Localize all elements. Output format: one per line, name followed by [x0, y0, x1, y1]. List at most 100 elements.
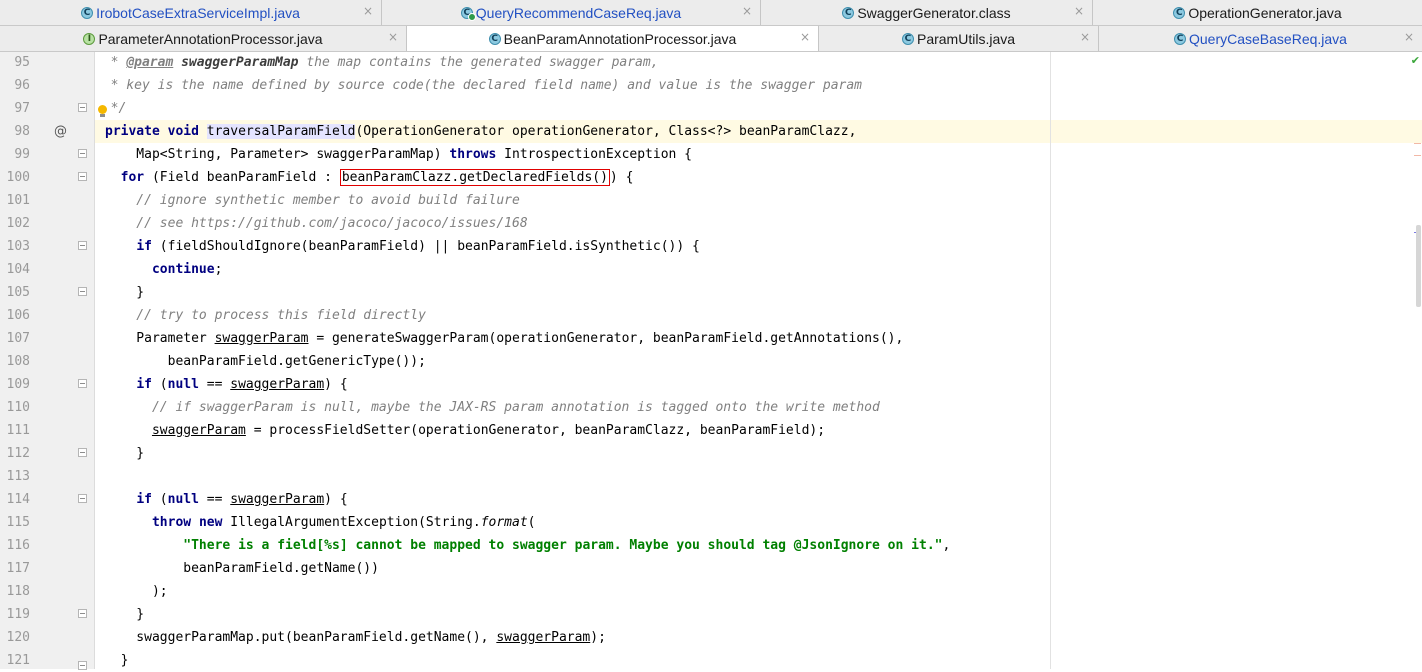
line-number: 97	[14, 101, 30, 116]
editor-tab-bar-row-1: C IrobotCaseExtraServiceImpl.java × C Qu…	[0, 0, 1422, 26]
code-line-104: continue;	[151, 262, 223, 277]
code-line-110: // if swaggerParam is null, maybe the JA…	[105, 400, 880, 415]
tab-label: IrobotCaseExtraServiceImpl.java	[96, 4, 300, 21]
fold-icon[interactable]	[78, 241, 87, 250]
class-icon: C	[460, 6, 476, 21]
code-line-109: if (null == swaggerParam) {	[136, 377, 348, 392]
line-number: 119	[6, 607, 30, 622]
tab-bean-param-annotation-processor[interactable]: C BeanParamAnnotationProcessor.java ×	[407, 26, 819, 51]
close-icon[interactable]: ×	[363, 4, 373, 18]
line-number: 104	[6, 262, 30, 277]
code-line-108: beanParamField.getGenericType());	[105, 354, 426, 369]
code-line-116: "There is a field[%s] cannot be mapped t…	[183, 538, 951, 553]
fold-end-icon[interactable]	[78, 609, 87, 618]
code-line-105: }	[105, 285, 145, 300]
line-number: 112	[6, 446, 30, 461]
code-line-103: if (fieldShouldIgnore(beanParamField) ||…	[136, 239, 700, 254]
tab-irobot-case-extra-service-impl[interactable]: C IrobotCaseExtraServiceImpl.java ×	[0, 0, 382, 25]
code-line-96: * key is the name defined by source code…	[95, 78, 863, 93]
close-icon[interactable]: ×	[800, 30, 810, 44]
line-number: 105	[6, 285, 30, 300]
line-number: 101	[6, 193, 30, 208]
highlighted-expression: beanParamClazz.getDeclaredFields()	[339, 169, 610, 186]
code-line-97: */	[95, 101, 127, 116]
warning-stripe-mark[interactable]	[1414, 155, 1421, 156]
tab-query-case-base-req[interactable]: C QueryCaseBaseReq.java ×	[1099, 26, 1422, 51]
tab-query-recommend-case-req[interactable]: C QueryRecommendCaseReq.java ×	[382, 0, 761, 25]
error-stripe[interactable]	[1412, 52, 1422, 669]
close-icon[interactable]: ×	[1404, 30, 1414, 44]
close-icon[interactable]: ×	[388, 30, 398, 44]
code-line-100: for (Field beanParamField : beanParamCla…	[120, 169, 634, 186]
override-marker-icon[interactable]: @	[54, 120, 67, 143]
fold-icon[interactable]	[78, 149, 87, 158]
tab-parameter-annotation-processor[interactable]: I ParameterAnnotationProcessor.java ×	[0, 26, 407, 51]
tab-label: QueryRecommendCaseReq.java	[475, 4, 682, 21]
fold-icon[interactable]	[78, 379, 87, 388]
code-line-111: swaggerParam = processFieldSetter(operat…	[151, 423, 826, 438]
tab-operation-generator[interactable]: C OperationGenerator.java	[1093, 0, 1422, 25]
fold-icon[interactable]	[78, 172, 87, 181]
close-icon[interactable]: ×	[1080, 30, 1090, 44]
fold-end-icon[interactable]	[78, 103, 87, 112]
line-number: 114	[6, 492, 30, 507]
line-number: 118	[6, 584, 30, 599]
class-icon: C	[842, 6, 855, 19]
inspection-ok-icon[interactable]: ✔	[1411, 54, 1420, 67]
code-line-119: }	[105, 607, 145, 622]
interface-icon: I	[83, 32, 96, 45]
line-number: 102	[6, 216, 30, 231]
line-number: 109	[6, 377, 30, 392]
tab-param-utils[interactable]: C ParamUtils.java ×	[819, 26, 1099, 51]
line-number: 117	[6, 561, 30, 576]
line-number: 110	[6, 400, 30, 415]
line-number: 111	[6, 423, 30, 438]
tab-label: ParamUtils.java	[916, 30, 1016, 47]
code-line-117: beanParamField.getName())	[105, 561, 379, 576]
line-number: 120	[6, 630, 30, 645]
line-number: 99	[14, 147, 30, 162]
code-line-101: // ignore synthetic member to avoid buil…	[105, 193, 520, 208]
warning-stripe-mark[interactable]	[1414, 143, 1421, 144]
code-line-102: // see https://github.com/jacoco/jacoco/…	[105, 216, 528, 231]
line-number: 103	[6, 239, 30, 254]
code-line-118: );	[105, 584, 168, 599]
line-number: 108	[6, 354, 30, 369]
fold-end-icon[interactable]	[78, 448, 87, 457]
line-number: 98	[14, 124, 30, 139]
code-line-107: Parameter swaggerParam = generateSwagger…	[105, 331, 904, 346]
code-line-112: }	[105, 446, 145, 461]
line-number: 107	[6, 331, 30, 346]
code-line-120: swaggerParamMap.put(beanParamField.getNa…	[105, 630, 606, 645]
line-number: 116	[6, 538, 30, 553]
fold-icon[interactable]	[78, 494, 87, 503]
code-line-106: // try to process this field directly	[105, 308, 426, 323]
editor-gutter[interactable]: 95 96 97 98 99 100 101 102 103 104 105 1…	[0, 52, 95, 670]
class-icon: C	[488, 32, 501, 45]
fold-end-icon[interactable]	[78, 287, 87, 296]
close-icon[interactable]: ×	[742, 4, 752, 18]
class-icon: C	[81, 6, 94, 19]
vertical-scrollbar[interactable]	[1416, 225, 1421, 307]
tab-label: ParameterAnnotationProcessor.java	[98, 30, 323, 47]
class-icon: C	[901, 32, 914, 45]
code-editor[interactable]: * @param swaggerParamMap the map contain…	[95, 52, 1422, 669]
code-line-115: throw new IllegalArgumentException(Strin…	[151, 515, 536, 530]
code-line-114: if (null == swaggerParam) {	[136, 492, 348, 507]
line-number: 113	[6, 469, 30, 484]
line-number: 100	[6, 170, 30, 185]
tab-label: BeanParamAnnotationProcessor.java	[503, 30, 737, 47]
line-number: 96	[14, 78, 30, 93]
code-line-99: Map<String, Parameter> swaggerParamMap) …	[105, 147, 693, 162]
right-margin-guide	[1050, 52, 1051, 669]
tab-swagger-generator[interactable]: C SwaggerGenerator.class ×	[761, 0, 1093, 25]
tab-label: OperationGenerator.java	[1188, 4, 1342, 21]
close-icon[interactable]: ×	[1074, 4, 1084, 18]
line-number: 115	[6, 515, 30, 530]
code-line-98: private void traversalParamField(Operati…	[95, 120, 1422, 143]
line-number: 95	[14, 55, 30, 70]
editor-tab-bar-row-2: I ParameterAnnotationProcessor.java × C …	[0, 26, 1422, 52]
code-line-95: * @param swaggerParamMap the map contain…	[95, 55, 659, 70]
class-icon: C	[1173, 6, 1186, 19]
